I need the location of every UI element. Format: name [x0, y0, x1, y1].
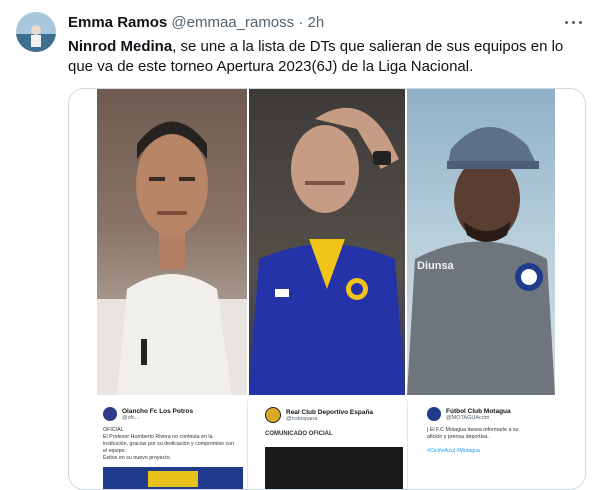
card-image	[103, 467, 243, 489]
club-handle: @rcdespana	[286, 415, 318, 422]
club-name: Olancho Fc Los Potros	[122, 407, 194, 415]
avatar-image	[16, 12, 56, 52]
club-handle: @MOTAGUAcom	[446, 414, 490, 421]
card-line: el equipo.	[103, 448, 126, 454]
card-line: institución, gracias por su dedicación y…	[103, 441, 235, 447]
photo-coach-1	[97, 89, 247, 395]
tweet-time[interactable]: 2h	[308, 14, 325, 31]
embedded-card-olancho: Olancho Fc Los Potros @ofc... OFICIAL El…	[97, 401, 248, 489]
club-logo-icon	[427, 407, 441, 421]
card-line: #CiclónAzul #Motagua	[427, 448, 480, 454]
svg-text:Diunsa: Diunsa	[417, 260, 455, 272]
avatar[interactable]	[16, 12, 56, 52]
card-line: | El F.C Motagua desea informarle a su	[427, 427, 519, 433]
club-logo-icon	[103, 407, 117, 421]
more-options-icon[interactable]	[564, 12, 584, 32]
tweet-text-bold: Ninrod Medina	[68, 38, 173, 55]
tweet-header: Emma Ramos @emmaa_ramoss · 2h	[68, 14, 324, 31]
card-line	[427, 441, 518, 448]
card-image	[265, 447, 403, 489]
club-handle: @ofc...	[122, 414, 140, 421]
card-line: COMUNICADO OFICIAL	[265, 431, 333, 437]
card-line: Éxitos en su nuevo proyecto.	[103, 455, 172, 461]
club-logo-icon	[265, 407, 281, 423]
author-handle[interactable]: @emmaa_ramoss	[171, 14, 294, 31]
tweet-media[interactable]: Diunsa Olancho Fc Los Potros @ofc... OFI…	[68, 88, 586, 490]
photo-coach-2	[249, 89, 405, 395]
author-name[interactable]: Emma Ramos	[68, 14, 167, 31]
photo-coach-3: Diunsa	[407, 89, 555, 395]
tweet-text: Ninrod Medina, se une a la lista de DTs …	[68, 37, 588, 77]
embedded-card-motagua: Fútbol Club Motagua @MOTAGUAcom | El F.C…	[421, 401, 555, 489]
separator-dot: ·	[298, 14, 304, 31]
embedded-card-espana: Real Club Deportivo España @rcdespana CO…	[259, 401, 408, 489]
card-line: OFICIAL	[103, 427, 124, 433]
card-line: El Profesor Humberto Rivera no continúa …	[103, 434, 213, 440]
club-name: Real Club Deportivo España	[286, 408, 374, 416]
club-name: Fútbol Club Motagua	[446, 407, 511, 415]
card-line: afición y prensa deportiva.	[427, 434, 489, 440]
